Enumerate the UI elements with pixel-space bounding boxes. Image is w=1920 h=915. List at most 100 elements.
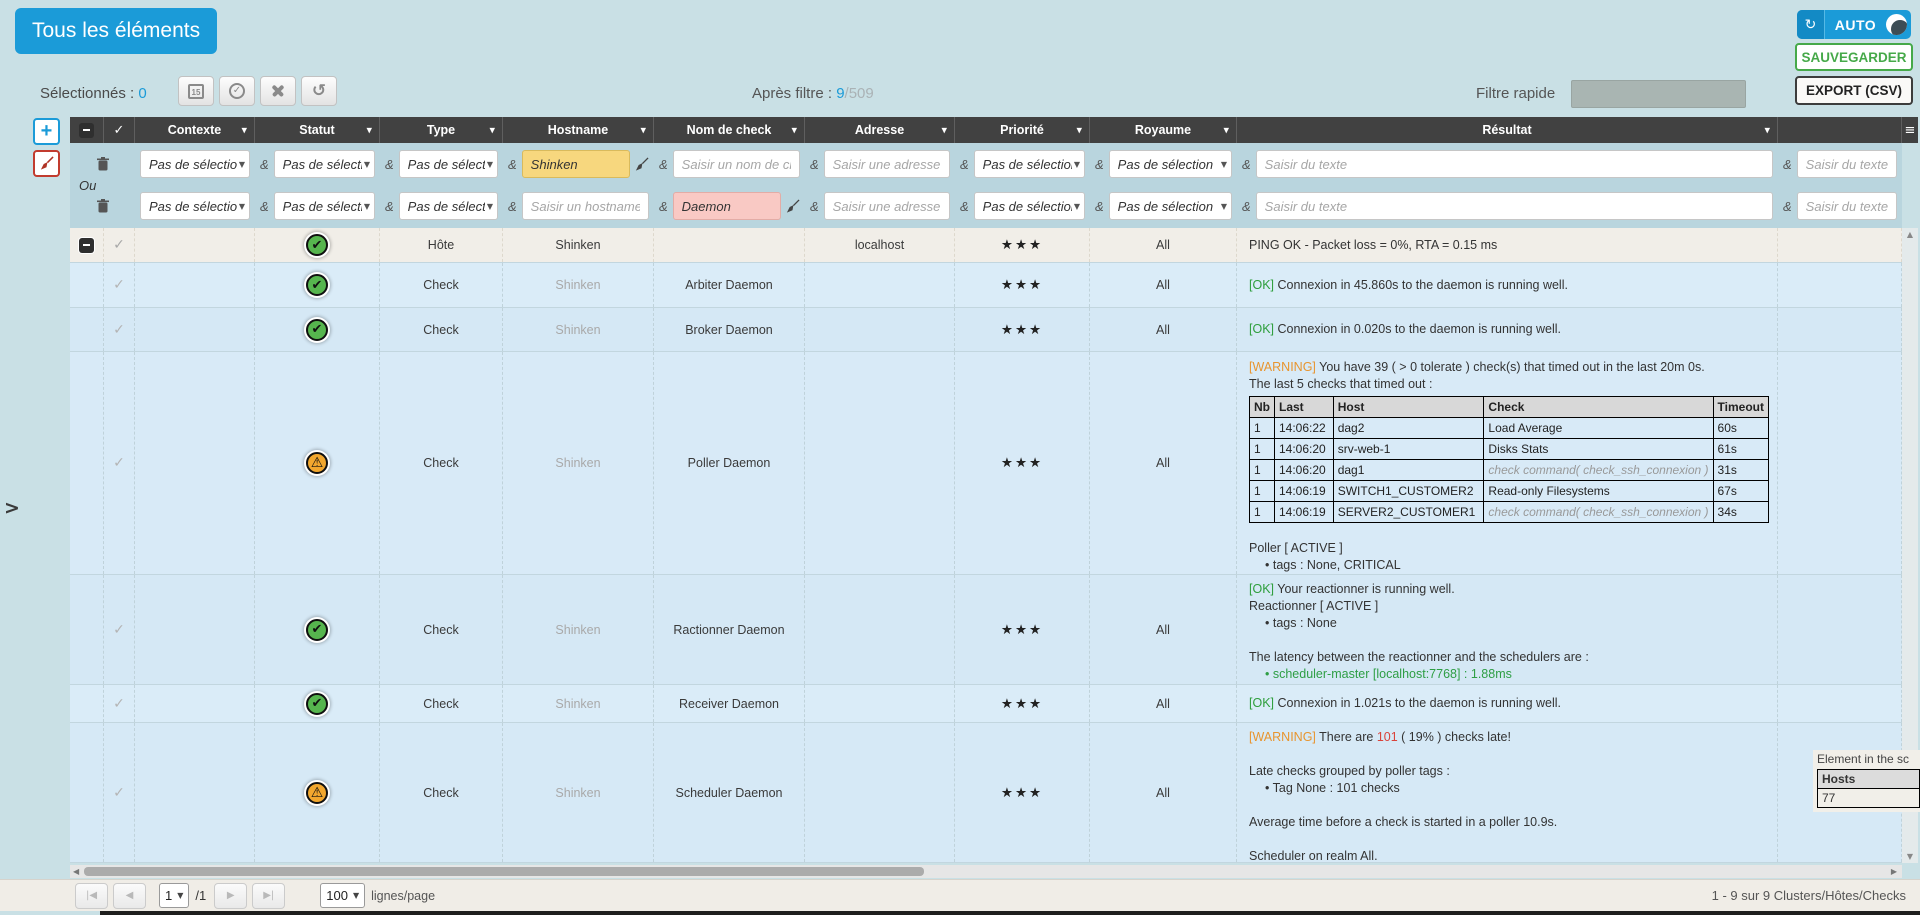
clear-field-broom-icon[interactable] [634,157,649,172]
filter-priorite-select[interactable]: Pas de sélection▼ [974,192,1085,220]
selected-count-label: Sélectionnés : 0 [40,85,147,102]
filter-priorite-select[interactable]: Pas de sélection▼ [974,150,1085,178]
contexte-cell [135,685,255,722]
page-title[interactable]: Tous les éléments [15,8,217,54]
scroll-left-icon[interactable]: ◀ [70,867,82,876]
horizontal-scrollbar[interactable]: ◀ ▶ [70,865,1902,878]
sidebar-expander[interactable]: > [4,497,20,519]
status-ok-label: [OK] [1249,278,1274,292]
column-header-adresse[interactable]: Adresse▾ [805,117,955,143]
table-row: Hosts [1818,770,1920,789]
nom-cell: Ractionner Daemon [654,575,805,684]
clear-filters-button[interactable] [33,150,60,177]
filter-statut-select[interactable]: Pas de sélection▼ [274,150,375,178]
prev-page-button[interactable]: ◀ [113,883,146,909]
royaume-cell: All [1090,263,1237,307]
filter-type-select[interactable]: Pas de sélection▼ [399,192,498,220]
clear-field-broom-icon[interactable] [785,199,800,214]
filter-adresse-input[interactable] [824,192,950,220]
row-check-cell[interactable]: ✓ [104,263,135,307]
per-page-select[interactable]: 100▼ [320,883,365,908]
filter-statut-select[interactable]: Pas de sélection▼ [274,192,375,220]
export-csv-button[interactable]: EXPORT (CSV) [1795,76,1913,105]
row-check-cell[interactable]: ✓ [104,308,135,351]
filter-royaume-select[interactable]: Pas de sélection▼ [1109,150,1232,178]
column-header-statut[interactable]: Statut▾ [255,117,380,143]
and-operator: & [960,157,969,172]
tools-button[interactable] [260,76,296,106]
first-page-button[interactable]: |◀ [75,883,108,909]
column-header-contexte[interactable]: Contexte▾ [135,117,255,143]
scroll-right-icon[interactable]: ▶ [1888,867,1900,876]
row-check-cell[interactable]: ✓ [104,575,135,684]
add-filter-button[interactable]: + [33,118,60,145]
filter-adresse-input[interactable] [824,150,950,178]
filter-royaume-select[interactable]: Pas de sélection▼ [1109,192,1232,220]
royaume-cell: All [1090,575,1237,684]
column-header-priorite[interactable]: Priorité▾ [955,117,1090,143]
auto-refresh-toggle[interactable]: ↻ AUTO [1797,10,1911,39]
filter-hostname-input[interactable] [522,150,630,178]
delete-filter-row-icon[interactable] [97,199,109,213]
table-row: 114:06:20srv-web-1Disks Stats61s [1250,439,1769,460]
table-row-poller-daemon[interactable]: ✓ ⚠ Check Shinken Poller Daemon ★★★ All … [70,352,1902,575]
column-header-type[interactable]: Type▾ [380,117,503,143]
filter-resultat-input[interactable] [1256,150,1773,178]
quick-filter-input[interactable] [1571,80,1746,108]
horizontal-scrollbar-thumb[interactable] [84,867,924,876]
priorite-cell: ★★★ [955,575,1090,684]
scheduler-master-link[interactable]: • scheduler-master [localhost:7768] : 1.… [1249,666,1769,683]
select-all-header[interactable] [70,117,104,143]
save-button[interactable]: SAUVEGARDER [1795,43,1913,71]
filter-extra-input[interactable] [1797,150,1897,178]
table-row-broker-daemon[interactable]: ✓ ✔ Check Shinken Broker Daemon ★★★ All … [70,308,1902,352]
table-row-ractionner-daemon[interactable]: ✓ ✔ Check Shinken Ractionner Daemon ★★★ … [70,575,1902,685]
filter-nom-input[interactable] [673,192,781,220]
scroll-down-icon[interactable]: ▼ [1902,852,1918,861]
table-row-arbiter-daemon[interactable]: ✓ ✔ Check Shinken Arbiter Daemon ★★★ All… [70,263,1902,308]
row-check-cell[interactable]: ✓ [104,723,135,862]
column-header-hostname[interactable]: Hostname▾ [503,117,654,143]
filter-contexte-select[interactable]: Pas de sélection▼ [140,150,250,178]
quick-filter-label: Filtre rapide [1476,85,1555,102]
reset-button[interactable]: ↺ [301,76,337,106]
column-header-extra[interactable] [1778,117,1902,143]
and-operator: & [508,157,517,172]
acknowledge-button[interactable]: ✓ [219,76,255,106]
page-select[interactable]: 1▼ [159,883,189,908]
table-row: 77 [1818,789,1920,808]
royaume-cell: All [1090,723,1237,862]
column-header-nom-de-check[interactable]: Nom de check▾ [654,117,805,143]
column-header-resultat[interactable]: Résultat▾ [1237,117,1778,143]
check-all-header[interactable]: ✓ [104,117,135,143]
result-text: There are [1316,730,1377,744]
table-row-host-shinken[interactable]: ✓ ✔ Hôte Shinken localhost ★★★ All PING … [70,228,1902,263]
column-header-royaume[interactable]: Royaume▾ [1090,117,1237,143]
filter-contexte-select[interactable]: Pas de sélection▼ [140,192,250,220]
chevron-down-icon: ▾ [366,124,372,137]
filter-type-select[interactable]: Pas de sélection▼ [399,150,498,178]
filter-nom-input[interactable] [673,150,800,178]
mini-cell: Load Average [1484,418,1713,439]
schedule-button[interactable]: 15 [178,76,214,106]
table-row-receiver-daemon[interactable]: ✓ ✔ Check Shinken Receiver Daemon ★★★ Al… [70,685,1902,723]
column-label: Type [427,123,455,137]
next-page-button[interactable]: ▶ [214,883,247,909]
filter-extra-input[interactable] [1797,192,1897,220]
table-row-scheduler-daemon[interactable]: ✓ ⚠ Check Shinken Scheduler Daemon ★★★ A… [70,723,1902,863]
select-arrow-icon: ▼ [1221,160,1227,169]
column-label: Contexte [168,123,221,137]
last-page-button[interactable]: ▶| [252,883,285,909]
collapse-cell[interactable] [70,228,104,262]
row-check-cell[interactable]: ✓ [104,685,135,722]
filter-resultat-input[interactable] [1256,192,1773,220]
select-value: Pas de sélection [149,157,237,172]
table-menu-icon[interactable]: ≡ [1902,117,1918,143]
row-check-cell[interactable]: ✓ [104,228,135,262]
row-check-cell[interactable]: ✓ [104,352,135,574]
delete-filter-row-icon[interactable] [97,157,109,171]
scroll-up-icon[interactable]: ▲ [1902,230,1918,239]
and-operator: & [1242,157,1251,172]
filter-hostname-input[interactable] [522,192,649,220]
mini-col-nb: Nb [1250,397,1275,418]
